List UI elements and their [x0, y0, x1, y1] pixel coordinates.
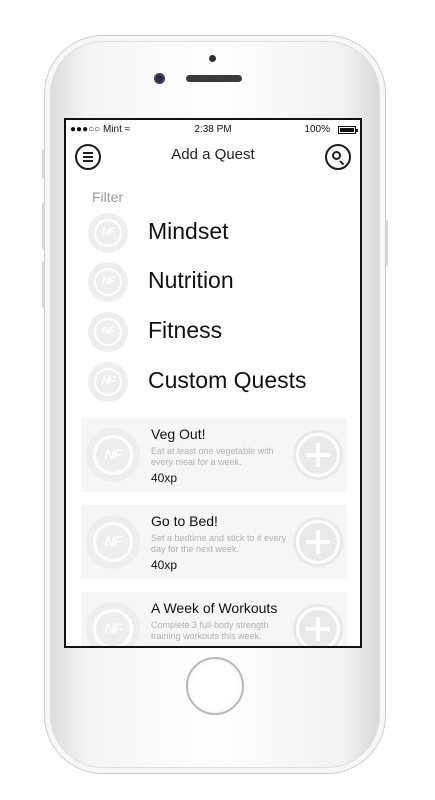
quest-card-week-of-workouts[interactable]: NF A Week of Workouts Complete 3 full-bo… — [81, 592, 347, 646]
proximity-sensor — [209, 55, 216, 62]
front-camera — [154, 73, 165, 84]
nf-logo-icon: NF — [88, 213, 128, 253]
quest-card-go-to-bed[interactable]: NF Go to Bed! Set a bedtime and stick to… — [81, 505, 347, 579]
battery-icon — [338, 126, 358, 134]
category-label: Fitness — [148, 317, 223, 343]
quest-xp: 40xp — [151, 471, 178, 485]
page-title: Add a Quest — [171, 146, 255, 163]
mute-switch — [42, 150, 45, 178]
nf-logo-icon: NF — [86, 428, 140, 482]
quest-title: Go to Bed! — [151, 513, 218, 529]
add-quest-plus-icon[interactable] — [293, 604, 343, 646]
home-button[interactable] — [186, 657, 244, 715]
category-label: Mindset — [148, 218, 229, 244]
nf-logo-icon: NF — [88, 362, 128, 402]
quest-card-veg-out[interactable]: NF Veg Out! Eat at least one vegetable w… — [81, 418, 347, 492]
category-label: Custom Quests — [148, 367, 307, 393]
quest-title: Veg Out! — [151, 426, 206, 442]
quest-description: Eat at least one vegetable with every me… — [151, 446, 274, 467]
category-mindset[interactable]: NF Mindset — [86, 211, 356, 255]
quest-xp: 40xp — [151, 558, 178, 572]
status-bar: ●●●○○ Mint ≈ 2:38 PM 100% — [66, 120, 360, 140]
quest-description: Complete 3 full-body strength training w… — [151, 620, 269, 641]
category-custom-quests[interactable]: NF Custom Quests — [86, 360, 356, 404]
app-screen: ●●●○○ Mint ≈ 2:38 PM 100% Add a Quest Fi… — [64, 118, 362, 648]
category-nutrition[interactable]: NF Nutrition — [86, 260, 356, 304]
battery-percentage: 100% — [304, 124, 330, 135]
add-quest-plus-icon[interactable] — [293, 430, 343, 480]
category-label: Nutrition — [148, 267, 234, 293]
nf-logo-icon: NF — [88, 262, 128, 302]
volume-down-button — [42, 262, 45, 308]
category-fitness[interactable]: NF Fitness — [86, 310, 356, 354]
nf-logo-icon: NF — [88, 312, 128, 352]
earpiece-speaker — [186, 75, 242, 82]
filter-label: Filter — [92, 189, 124, 205]
nf-logo-icon: NF — [86, 515, 140, 569]
quest-title: A Week of Workouts — [151, 600, 278, 616]
nav-bar: Add a Quest — [66, 140, 360, 174]
add-quest-plus-icon[interactable] — [293, 517, 343, 567]
quest-description: Set a bedtime and stick to it every day … — [151, 533, 287, 554]
power-button — [385, 220, 388, 266]
search-icon[interactable] — [325, 144, 351, 170]
nf-logo-icon: NF — [86, 602, 140, 646]
volume-up-button — [42, 203, 45, 249]
